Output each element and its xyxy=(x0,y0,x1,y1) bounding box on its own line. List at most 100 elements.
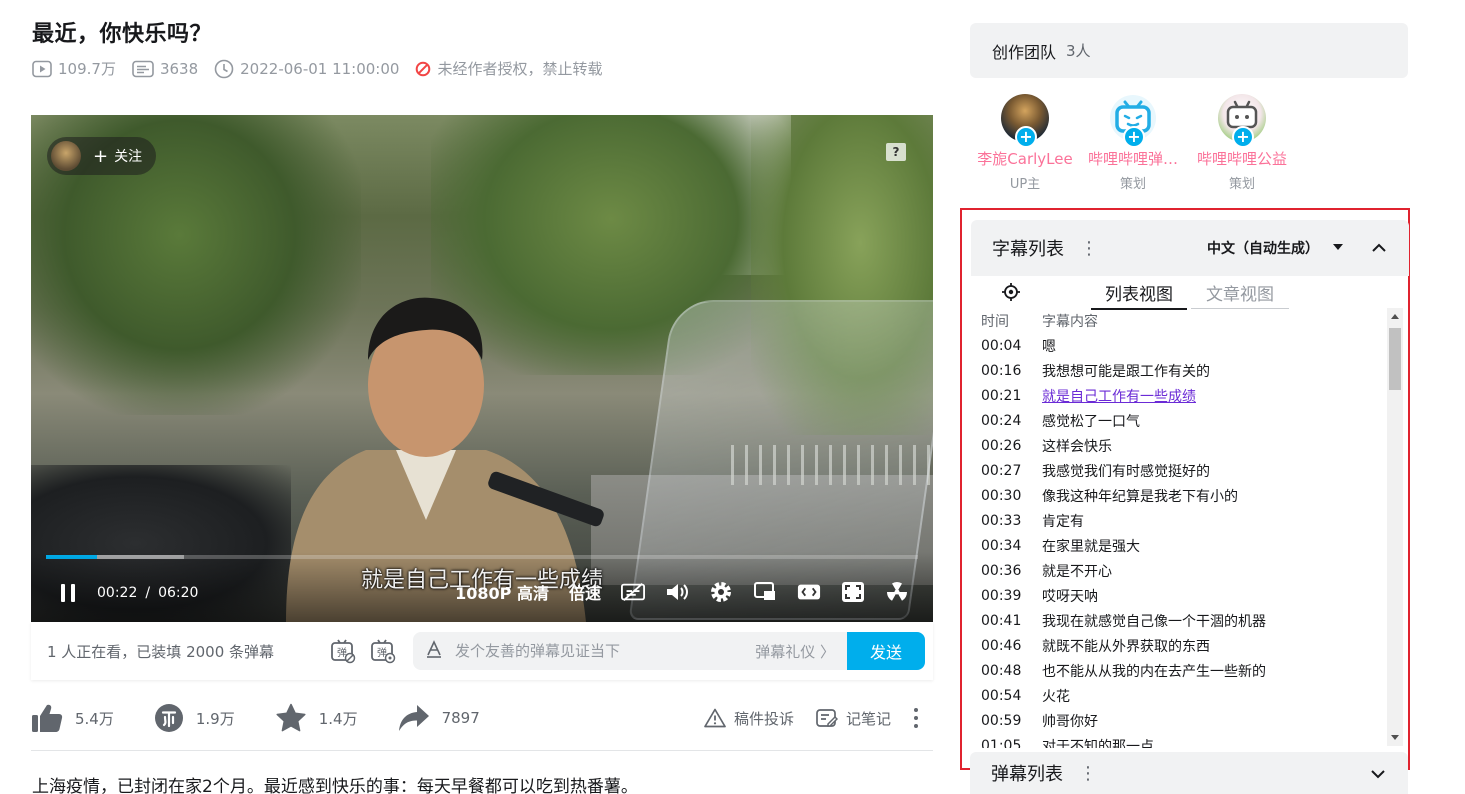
quality-button[interactable]: 1080P 高清 xyxy=(455,580,549,604)
creator-team-count: 3人 xyxy=(1066,42,1091,60)
subtitle-row[interactable]: 00:54 火花 xyxy=(981,683,1388,708)
subtitle-text[interactable]: 哎呀天呐 xyxy=(1042,586,1098,606)
caret-down-icon[interactable] xyxy=(1333,244,1343,250)
subtitle-text[interactable]: 对于不知的那一点 xyxy=(1042,736,1154,749)
subtitle-more-icon[interactable]: ⋮ xyxy=(1080,238,1098,259)
publish-time: 2022-06-01 11:00:00 xyxy=(214,59,399,79)
fullscreen-icon[interactable] xyxy=(841,580,865,604)
team-member-name[interactable]: 哔哩哔哩公益 xyxy=(1187,148,1297,169)
subtitle-row[interactable]: 00:21 就是自己工作有一些成绩 xyxy=(981,383,1388,408)
subtitle-row[interactable]: 00:59 帅哥你好 xyxy=(981,708,1388,733)
share-button[interactable]: 7897 xyxy=(398,704,480,732)
danmaku-settings-icon[interactable]: 弹 xyxy=(369,637,397,665)
subtitle-time: 00:36 xyxy=(981,562,1022,579)
subtitle-toggle-icon[interactable] xyxy=(621,580,645,604)
subtitle-text[interactable]: 像我这种年纪算是我老下有小的 xyxy=(1042,486,1238,506)
subtitle-list-header-row: 时间 字幕内容 xyxy=(981,308,1388,333)
settings-gear-icon[interactable] xyxy=(709,580,733,604)
subtitle-row[interactable]: 00:48 也不能从从我的内在去产生一些新的 xyxy=(981,658,1388,683)
pause-button[interactable] xyxy=(57,582,79,604)
team-member-name[interactable]: 李旎CarlyLee xyxy=(970,148,1080,169)
subtitle-row[interactable]: 00:46 就既不能从外界获取的东西 xyxy=(981,633,1388,658)
subtitle-text[interactable]: 嗯 xyxy=(1042,336,1056,356)
danmaku-list-header[interactable]: 弹幕列表 ⋮ xyxy=(970,752,1408,794)
follow-plus-icon[interactable]: + xyxy=(1232,126,1254,148)
subtitle-time: 00:34 xyxy=(981,537,1022,554)
avatar[interactable]: + xyxy=(1001,94,1049,148)
team-member-card[interactable]: + 李旎CarlyLee UP主 xyxy=(970,92,1080,192)
subtitle-text[interactable]: 就是自己工作有一些成绩 xyxy=(1042,386,1196,406)
favorite-button[interactable]: 1.4万 xyxy=(275,703,358,733)
chevron-down-icon[interactable] xyxy=(1368,764,1388,784)
danmaku-more-icon[interactable]: ⋮ xyxy=(1079,763,1097,784)
subtitle-text[interactable]: 就既不能从外界获取的东西 xyxy=(1042,636,1210,656)
locate-crosshair-icon[interactable] xyxy=(1001,282,1021,302)
follow-plus-icon[interactable]: + xyxy=(1123,126,1145,148)
help-icon[interactable]: ? xyxy=(886,143,906,161)
scroll-down-arrow-icon[interactable] xyxy=(1391,735,1399,740)
report-button[interactable]: 稿件投诉 xyxy=(704,708,794,729)
text-style-icon[interactable] xyxy=(425,639,443,663)
subtitle-row[interactable]: 01:05 对于不知的那一点 xyxy=(981,733,1388,749)
subtitle-list-panel: 字幕列表 ⋮ 中文（自动生成） 列表视图 文章视图 时间 字幕内容 00:04 嗯… xyxy=(960,208,1410,770)
subtitle-row[interactable]: 00:33 肯定有 xyxy=(981,508,1388,533)
subtitle-time: 00:24 xyxy=(981,412,1022,429)
scroll-thumb[interactable] xyxy=(1389,328,1401,390)
subtitle-text[interactable]: 帅哥你好 xyxy=(1042,711,1098,731)
danmaku-input[interactable] xyxy=(455,642,756,660)
radiation-icon[interactable] xyxy=(885,580,909,604)
subtitle-text[interactable]: 也不能从从我的内在去产生一些新的 xyxy=(1042,661,1266,681)
team-member-card[interactable]: + 哔哩哔哩弹… 策划 xyxy=(1078,92,1188,192)
subtitle-row[interactable]: 00:30 像我这种年纪算是我老下有小的 xyxy=(981,483,1388,508)
subtitle-row[interactable]: 00:34 在家里就是强大 xyxy=(981,533,1388,558)
star-icon xyxy=(276,703,306,732)
subtitle-row[interactable]: 00:36 就是不开心 xyxy=(981,558,1388,583)
team-member-name[interactable]: 哔哩哔哩弹… xyxy=(1078,148,1188,169)
widescreen-icon[interactable] xyxy=(797,580,821,604)
subtitle-text[interactable]: 我感觉我们有时感觉挺好的 xyxy=(1042,461,1210,481)
report-label: 稿件投诉 xyxy=(733,709,794,728)
subtitle-text[interactable]: 我现在就感觉自己像一个干涸的机器 xyxy=(1042,611,1266,631)
subtitle-time: 01:05 xyxy=(981,737,1022,749)
speed-button[interactable]: 倍速 xyxy=(569,580,601,604)
like-button[interactable]: 5.4万 xyxy=(31,703,114,733)
player-controls-left: 00:22 / 06:20 xyxy=(57,582,198,604)
tab-list-view[interactable]: 列表视图 xyxy=(1091,280,1187,310)
subtitle-row[interactable]: 00:41 我现在就感觉自己像一个干涸的机器 xyxy=(981,608,1388,633)
subtitle-text[interactable]: 在家里就是强大 xyxy=(1042,536,1140,556)
subtitle-row[interactable]: 00:39 哎呀天呐 xyxy=(981,583,1388,608)
volume-icon[interactable] xyxy=(665,580,689,604)
subtitle-language-select[interactable]: 中文（自动生成） xyxy=(1207,238,1319,258)
subtitle-text[interactable]: 肯定有 xyxy=(1042,511,1084,531)
share-count: 7897 xyxy=(441,709,480,727)
favorite-count: 1.4万 xyxy=(318,709,358,728)
subtitle-row[interactable]: 00:04 嗯 xyxy=(981,333,1388,358)
picture-in-picture-icon[interactable] xyxy=(753,580,777,604)
chevron-up-icon[interactable] xyxy=(1369,238,1389,258)
follow-plus-icon[interactable]: + xyxy=(1015,126,1037,148)
scroll-up-arrow-icon[interactable] xyxy=(1391,314,1399,319)
creator-team-title: 创作团队 xyxy=(992,42,1057,62)
subtitle-text[interactable]: 这样会快乐 xyxy=(1042,436,1112,456)
subtitle-row[interactable]: 00:27 我感觉我们有时感觉挺好的 xyxy=(981,458,1388,483)
subtitle-text[interactable]: 感觉松了一口气 xyxy=(1042,411,1140,431)
tab-article-view[interactable]: 文章视图 xyxy=(1191,280,1289,309)
notes-button[interactable]: 记笔记 xyxy=(816,708,891,729)
subtitle-text[interactable]: 我想想可能是跟工作有关的 xyxy=(1042,361,1210,381)
avatar[interactable]: + xyxy=(1109,94,1157,148)
subtitle-row[interactable]: 00:24 感觉松了一口气 xyxy=(981,408,1388,433)
more-options-icon[interactable] xyxy=(913,707,927,729)
danmaku-toggle-icon[interactable]: 弹 xyxy=(329,637,357,665)
subtitle-row[interactable]: 00:16 我想想可能是跟工作有关的 xyxy=(981,358,1388,383)
video-player[interactable]: + 关注 ? 就是自己工作有一些成绩 00:22 / 06:20 1080P 高… xyxy=(31,115,933,622)
coin-button[interactable]: 1.9万 xyxy=(154,703,235,733)
danmaku-etiquette-link[interactable]: 弹幕礼仪 〉 xyxy=(755,641,835,662)
team-member-card[interactable]: + 哔哩哔哩公益 策划 xyxy=(1187,92,1297,192)
subtitle-scrollbar[interactable] xyxy=(1387,308,1403,746)
avatar[interactable]: + xyxy=(1218,94,1266,148)
subtitle-row[interactable]: 00:26 这样会快乐 xyxy=(981,433,1388,458)
player-follow-button[interactable]: + 关注 xyxy=(47,137,157,175)
subtitle-text[interactable]: 火花 xyxy=(1042,686,1070,706)
subtitle-text[interactable]: 就是不开心 xyxy=(1042,561,1112,581)
send-danmaku-button[interactable]: 发送 xyxy=(847,632,925,670)
